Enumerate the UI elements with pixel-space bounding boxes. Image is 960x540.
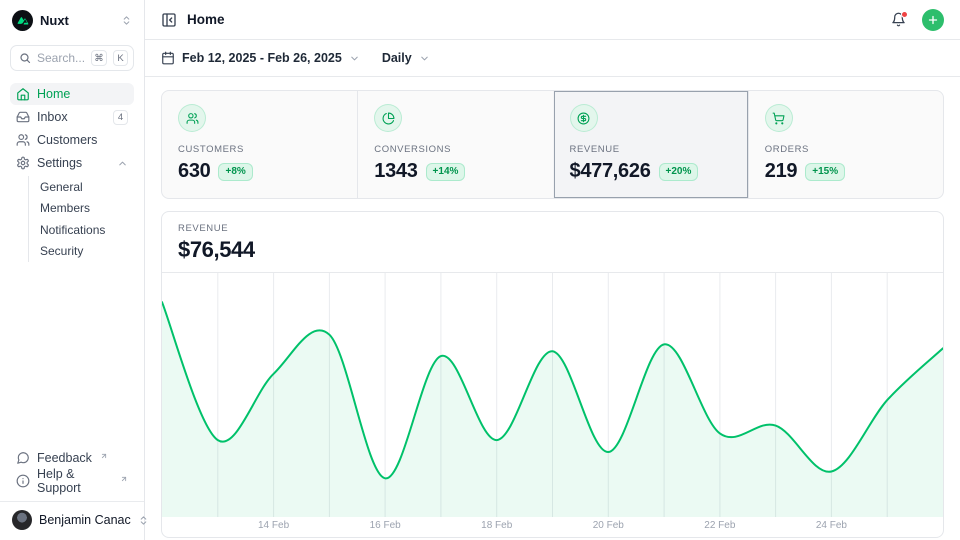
stats-row: CUSTOMERS 630 +8% CONVERSIONS 1343 +14% <box>161 90 944 199</box>
chevrons-up-down-icon <box>121 15 132 26</box>
stat-card-customers[interactable]: CUSTOMERS 630 +8% <box>162 91 357 198</box>
search-input[interactable]: Search... ⌘ K <box>10 45 134 71</box>
main-panel: Home Feb 12, 2025 - Feb 26, 2025 Daily <box>145 0 960 540</box>
granularity-label: Daily <box>382 51 412 65</box>
sidebar-item-label: Home <box>37 87 128 101</box>
revenue-area-chart <box>162 273 943 517</box>
users-icon <box>178 104 206 132</box>
notification-dot <box>901 11 908 18</box>
chevron-up-icon <box>117 158 128 169</box>
notifications-bell-icon[interactable] <box>891 12 906 27</box>
calendar-icon <box>161 51 175 65</box>
footer-link-label: Help & Support <box>37 467 112 495</box>
stat-label: REVENUE <box>570 144 732 155</box>
sidebar-item-customers[interactable]: Customers <box>10 129 134 151</box>
chevron-down-icon <box>419 53 430 64</box>
chart-metric-value: $76,544 <box>178 237 927 263</box>
top-header: Home <box>145 0 960 40</box>
revenue-chart-card: REVENUE $76,544 14 Feb 16 Feb 18 Feb 20 Feb… <box>161 211 944 538</box>
filters-toolbar: Feb 12, 2025 - Feb 26, 2025 Daily <box>145 40 960 77</box>
sidebar-item-settings[interactable]: Settings <box>10 152 134 174</box>
sidebar-item-notifications[interactable]: Notifications <box>29 219 134 241</box>
stat-delta-badge: +8% <box>218 163 252 181</box>
sub-item-label: Security <box>40 244 83 258</box>
gear-icon <box>16 156 30 170</box>
chart-x-axis: 14 Feb 16 Feb 18 Feb 20 Feb 22 Feb 24 Feb <box>162 517 943 537</box>
external-link-icon <box>120 475 128 483</box>
sidebar: Nuxt Search... ⌘ K Home <box>0 0 145 540</box>
dollar-circle-icon <box>570 104 598 132</box>
add-button[interactable] <box>922 9 944 31</box>
sidebar-footer: Feedback Help & Support <box>0 447 144 496</box>
workspace-switcher[interactable]: Nuxt <box>0 0 144 39</box>
shopping-cart-icon <box>765 104 793 132</box>
sub-item-label: Notifications <box>40 223 105 237</box>
x-tick-label: 22 Feb <box>704 520 735 531</box>
inbox-icon <box>16 110 30 124</box>
stat-label: CUSTOMERS <box>178 144 341 155</box>
stat-label: ORDERS <box>765 144 927 155</box>
chat-bubble-icon <box>16 451 30 465</box>
x-tick-label: 16 Feb <box>370 520 401 531</box>
stat-delta-badge: +14% <box>426 163 466 181</box>
feedback-link[interactable]: Feedback <box>10 447 134 469</box>
stat-card-revenue[interactable]: REVENUE $477,626 +20% <box>553 91 748 198</box>
x-tick-label: 18 Feb <box>481 520 512 531</box>
sidebar-item-members[interactable]: Members <box>29 198 134 220</box>
chart-metric-label: REVENUE <box>178 223 927 234</box>
date-range-label: Feb 12, 2025 - Feb 26, 2025 <box>182 51 342 65</box>
sidebar-spacer <box>0 264 144 447</box>
stat-value: 630 <box>178 160 210 183</box>
x-tick-label: 14 Feb <box>258 520 289 531</box>
date-range-picker[interactable]: Feb 12, 2025 - Feb 26, 2025 <box>161 51 360 65</box>
stat-delta-badge: +15% <box>805 163 845 181</box>
settings-subnav: General Members Notifications Security <box>28 176 134 262</box>
sub-item-label: Members <box>40 201 90 215</box>
sidebar-item-label: Customers <box>37 133 128 147</box>
stat-card-conversions[interactable]: CONVERSIONS 1343 +14% <box>357 91 552 198</box>
workspace-name: Nuxt <box>40 13 114 28</box>
kbd-key: K <box>113 50 128 66</box>
sidebar-item-general[interactable]: General <box>29 176 134 198</box>
sidebar-nav: Home Inbox 4 Customers Settings <box>0 75 144 264</box>
dashboard-app: Nuxt Search... ⌘ K Home <box>0 0 960 540</box>
sidebar-item-security[interactable]: Security <box>29 241 134 263</box>
pie-chart-icon <box>374 104 402 132</box>
stat-card-orders[interactable]: ORDERS 219 +15% <box>748 91 943 198</box>
home-icon <box>16 87 30 101</box>
chart-plot-area[interactable] <box>162 273 943 517</box>
user-name: Benjamin Canac <box>39 513 131 527</box>
content: CUSTOMERS 630 +8% CONVERSIONS 1343 +14% <box>145 77 960 538</box>
inbox-count-badge: 4 <box>113 110 128 125</box>
search-placeholder: Search... <box>37 51 85 65</box>
footer-link-label: Feedback <box>37 451 92 465</box>
sidebar-item-home[interactable]: Home <box>10 83 134 105</box>
stat-value: 1343 <box>374 160 417 183</box>
page-title: Home <box>187 12 881 27</box>
sidebar-item-label: Inbox <box>37 110 106 124</box>
sidebar-collapse-icon[interactable] <box>161 12 177 28</box>
granularity-select[interactable]: Daily <box>382 51 430 65</box>
sidebar-item-inbox[interactable]: Inbox 4 <box>10 106 134 128</box>
info-circle-icon <box>16 474 30 488</box>
chevron-down-icon <box>349 53 360 64</box>
stat-value: $477,626 <box>570 160 651 183</box>
x-tick-label: 20 Feb <box>593 520 624 531</box>
kbd-meta: ⌘ <box>91 50 107 66</box>
chart-header: REVENUE $76,544 <box>162 212 943 273</box>
avatar <box>12 510 32 530</box>
help-support-link[interactable]: Help & Support <box>10 470 134 492</box>
sidebar-item-label: Settings <box>37 156 110 170</box>
x-tick-label: 24 Feb <box>816 520 847 531</box>
external-link-icon <box>100 452 108 460</box>
users-icon <box>16 133 30 147</box>
stat-delta-badge: +20% <box>659 163 699 181</box>
search-icon <box>19 52 31 64</box>
nuxt-logo-icon <box>12 10 33 31</box>
stat-label: CONVERSIONS <box>374 144 536 155</box>
stat-value: 219 <box>765 160 797 183</box>
sub-item-label: General <box>40 180 83 194</box>
user-menu[interactable]: Benjamin Canac <box>0 501 144 540</box>
